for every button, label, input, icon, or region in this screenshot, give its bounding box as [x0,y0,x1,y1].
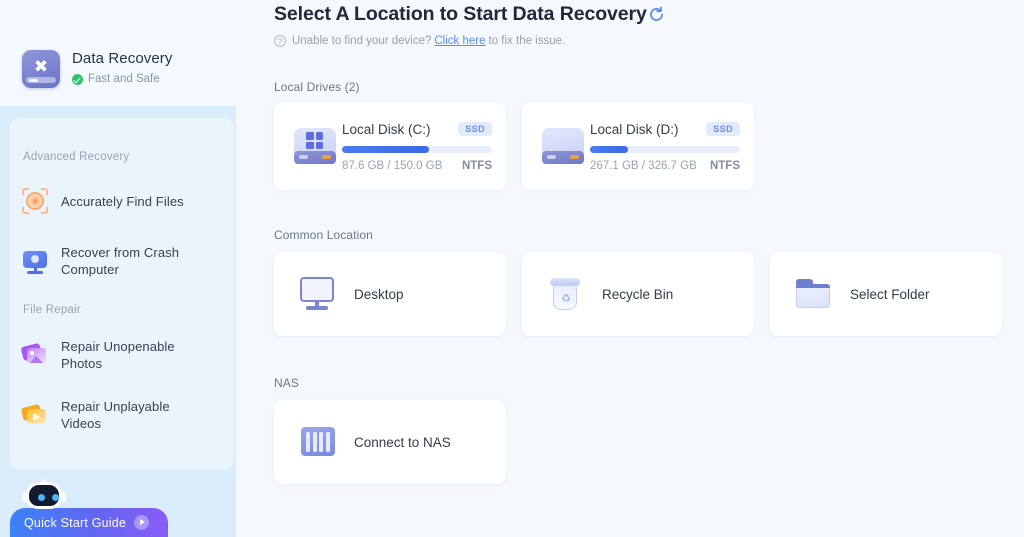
hard-drive-windows-icon [294,128,336,164]
sidebar-item-label: Accurately Find Files [61,193,184,209]
section-label-local-drives: Local Drives (2) [274,80,360,94]
sidebar-menu-panel: Advanced Recovery Accurately Find Files … [10,118,234,470]
recycle-bin-icon: ♻ [546,276,586,312]
question-mark-icon: ? [274,35,286,47]
nas-server-icon [298,424,338,460]
robot-mascot-icon [22,479,66,516]
drive-name: Local Disk (D:) [590,122,679,137]
help-text-before: Unable to find your device? [292,35,432,47]
logo-drive-bar [26,77,56,83]
fix-issue-link[interactable]: Click here [434,35,485,47]
drive-filesystem: NTFS [709,160,740,172]
location-label: Connect to NAS [354,434,451,450]
sidebar: ✖ Data Recovery Fast and Safe Advanced R… [0,0,236,537]
drive-usage-bar-fill [342,146,429,153]
sidebar-item-repair-unopenable-photos[interactable]: Repair Unopenable Photos [20,338,224,372]
drive-card-local-disk-d[interactable]: Local Disk (D:) SSD 267.1 GB / 326.7 GB … [522,102,754,190]
page-title: Select A Location to Start Data Recovery [274,3,647,25]
section-label-nas: NAS [274,376,299,390]
drive-usage-bar [590,146,740,153]
location-card-select-folder[interactable]: Select Folder [770,252,1002,336]
target-scan-icon [20,186,50,216]
app-logo-icon: ✖ [22,50,60,88]
sidebar-item-accurately-find-files[interactable]: Accurately Find Files [20,186,224,216]
sidebar-item-repair-unplayable-videos[interactable]: Repair Unplayable Videos [20,398,224,432]
app-brand: ✖ Data Recovery Fast and Safe [22,50,173,88]
video-icon [20,400,50,430]
help-hint: ? Unable to find your device? Click here… [274,35,565,47]
status-badge-ssd: SSD [458,122,492,136]
quick-start-guide-label: Quick Start Guide [24,515,127,530]
drive-usage-bar-fill [590,146,628,153]
app-tagline: Fast and Safe [72,73,173,85]
location-label: Recycle Bin [602,286,674,302]
sidebar-item-recover-from-crash-computer[interactable]: Recover from Crash Computer [20,244,224,278]
location-card-desktop[interactable]: Desktop [274,252,506,336]
shield-check-icon [72,73,83,85]
location-card-connect-to-nas[interactable]: Connect to NAS [274,400,506,484]
location-label: Select Folder [850,286,930,302]
sidebar-item-label: Repair Unplayable Videos [61,399,170,431]
sidebar-item-label: Repair Unopenable Photos [61,339,175,371]
hard-drive-icon [542,128,584,164]
main-content: Select A Location to Start Data Recovery… [236,0,1024,537]
section-label-common-location: Common Location [274,228,373,242]
monitor-icon [20,246,50,276]
drive-usage-text: 267.1 GB / 326.7 GB [590,160,697,172]
location-card-recycle-bin[interactable]: ♻ Recycle Bin [522,252,754,336]
drive-card-local-disk-c[interactable]: Local Disk (C:) SSD 87.6 GB / 150.0 GB N… [274,102,506,190]
drive-usage-text: 87.6 GB / 150.0 GB [342,160,443,172]
sidebar-group-label-file-repair: File Repair [23,304,81,316]
app-tagline-label: Fast and Safe [88,73,160,85]
play-circle-icon [134,515,150,530]
status-badge-ssd: SSD [706,122,740,136]
sidebar-item-label: Recover from Crash Computer [61,245,180,277]
refresh-icon[interactable] [648,6,665,23]
drive-name: Local Disk (C:) [342,122,431,137]
drive-filesystem: NTFS [461,160,492,172]
folder-icon [794,276,834,312]
location-label: Desktop [354,286,404,302]
app-title: Data Recovery [72,50,173,67]
help-text-after: to fix the issue. [488,35,566,47]
sidebar-group-label-advanced-recovery: Advanced Recovery [23,151,130,163]
photo-icon [20,340,50,370]
desktop-monitor-icon [298,276,338,312]
drive-usage-bar [342,146,492,153]
